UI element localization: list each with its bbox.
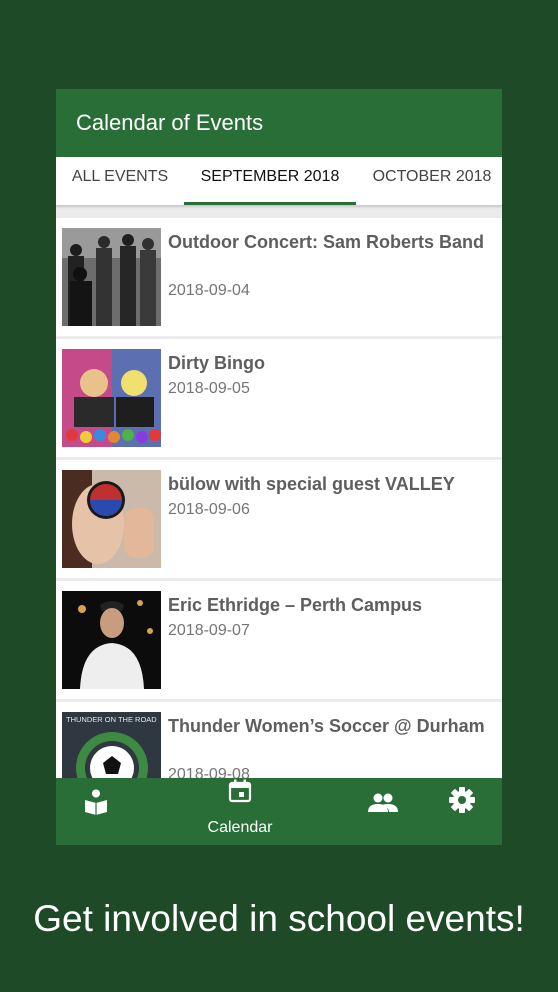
event-list[interactable]: Outdoor Concert: Sam Roberts Band 2018-0… [56,218,502,778]
calendar-icon [228,779,252,803]
book-reader-icon [85,789,107,815]
event-date: 2018-09-06 [168,501,250,518]
nav-book-reader[interactable] [56,778,136,845]
event-thumbnail [62,228,161,326]
tab-bar: ALL EVENTS SEPTEMBER 2018 OCTOBER 2018 [56,157,502,205]
nav-settings[interactable] [432,778,492,845]
event-title: Eric Ethridge – Perth Campus [168,595,423,615]
event-title: Outdoor Concert: Sam Roberts Band [168,232,485,252]
event-thumbnail [62,470,161,568]
event-date: 2018-09-08 [168,766,250,778]
list-item[interactable]: THUNDER ON THE ROAD Thunder Women’s Socc… [56,702,502,778]
thumbnail-caption: THUNDER ON THE ROAD [66,715,157,724]
event-title: bülow with special guest VALLEY [168,474,455,494]
gear-icon [449,787,475,813]
event-date: 2018-09-05 [168,380,250,397]
event-date: 2018-09-07 [168,622,250,639]
list-item[interactable]: bülow with special guest VALLEY 2018-09-… [56,460,502,578]
app-screen: Calendar of Events ALL EVENTS SEPTEMBER … [56,89,502,845]
tab-october-2018[interactable]: OCTOBER 2018 [356,157,502,205]
nav-people[interactable] [352,778,414,845]
tagline: Get involved in school events! [33,898,525,939]
people-icon [368,793,398,812]
tab-september-2018[interactable]: SEPTEMBER 2018 [184,157,356,205]
event-date: 2018-09-04 [168,282,250,299]
event-thumbnail [62,349,161,447]
tab-all-events[interactable]: ALL EVENTS [56,157,184,205]
event-title: Thunder Women’s Soccer @ Durham [168,716,485,736]
list-item[interactable]: Eric Ethridge – Perth Campus 2018-09-07 [56,581,502,699]
event-thumbnail [62,591,161,689]
event-title: Dirty Bingo [168,353,265,373]
nav-calendar[interactable]: Calendar [196,778,284,845]
page-title: Calendar of Events [76,110,264,135]
app-bar: Calendar of Events [56,89,502,157]
nav-calendar-label: Calendar [207,819,273,836]
bottom-nav: Calendar [56,778,502,845]
list-item[interactable]: Outdoor Concert: Sam Roberts Band 2018-0… [56,218,502,336]
list-item[interactable]: Dirty Bingo 2018-09-05 [56,339,502,457]
event-thumbnail: THUNDER ON THE ROAD [62,712,161,778]
